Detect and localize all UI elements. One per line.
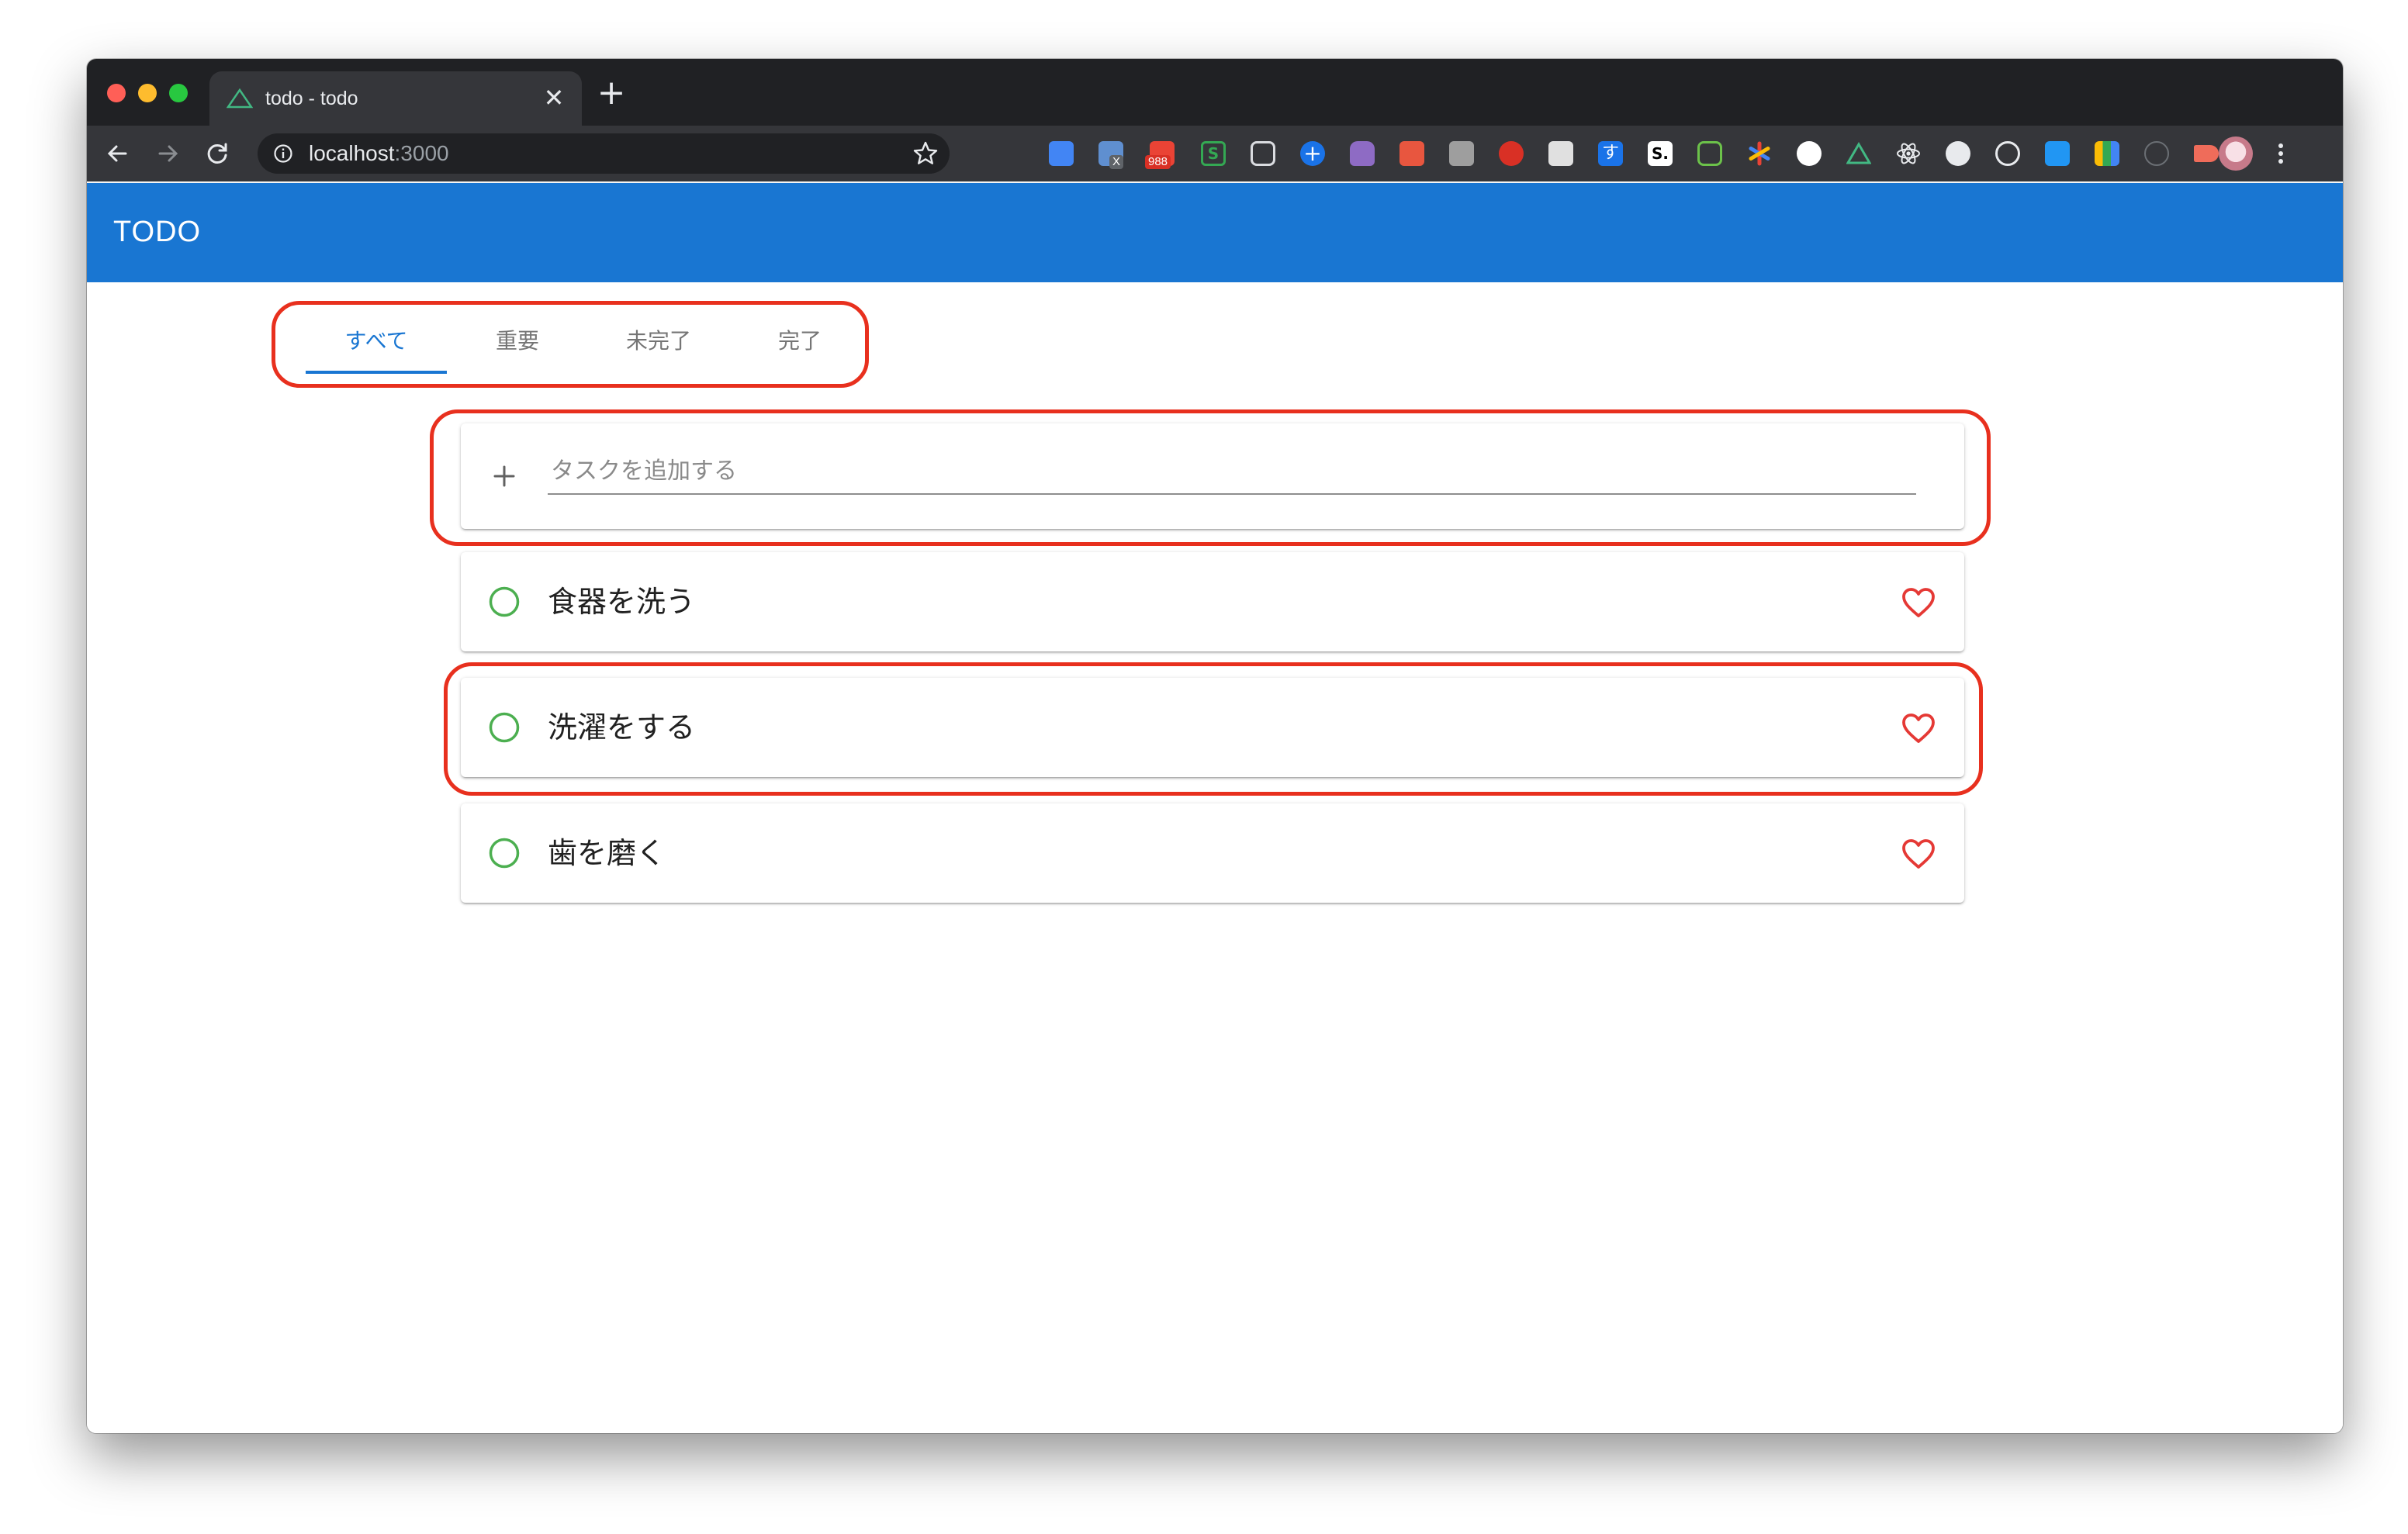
url-host: localhost	[309, 141, 395, 165]
browser-tab[interactable]: todo - todo ✕	[209, 71, 582, 126]
back-arrow-icon[interactable]	[101, 136, 135, 171]
bookmark-star-icon[interactable]	[912, 140, 939, 167]
arrow-extension-icon[interactable]	[2194, 145, 2219, 162]
tab-important-label: 重要	[495, 328, 539, 354]
plus-extension-icon[interactable]: +	[1300, 141, 1325, 166]
x-badge: X	[1109, 155, 1124, 169]
moon-extension-icon[interactable]	[1946, 141, 1970, 166]
pocket-extension-icon[interactable]	[1251, 141, 1275, 166]
google-translate-extension-icon[interactable]	[1049, 141, 1074, 166]
extension-icon-11[interactable]	[1548, 141, 1573, 166]
books-extension-icon[interactable]	[2095, 141, 2119, 166]
active-tab-indicator	[306, 371, 447, 374]
gmail-checker-extension-icon[interactable]: 988	[1145, 141, 1175, 169]
browser-window: todo - todo ✕ + localhost:3000 X 988 S +…	[87, 59, 2343, 1433]
todo-item[interactable]: 食器を洗う	[461, 552, 1964, 651]
profile-avatar[interactable]	[2219, 136, 2253, 171]
stop-hand-extension-icon[interactable]	[1499, 141, 1524, 166]
complete-circle-icon[interactable]	[487, 710, 521, 745]
tab-important[interactable]: 重要	[447, 313, 588, 375]
download-extension-icon[interactable]	[2045, 141, 2070, 166]
heart-outline-icon[interactable]	[1901, 838, 1936, 870]
url-port: :3000	[394, 141, 449, 165]
address-bar[interactable]: localhost:3000	[258, 133, 950, 174]
tab-completed-label: 完了	[777, 328, 822, 354]
s-extension-icon[interactable]: S	[1201, 141, 1226, 166]
target-extension-icon[interactable]	[1995, 141, 2020, 166]
heart-outline-icon[interactable]	[1901, 712, 1936, 745]
todo-text: 食器を洗う	[548, 585, 696, 619]
hiragana-ext-label: す	[1601, 143, 1619, 163]
window-close-button[interactable]	[107, 84, 126, 102]
github-cat-extension-icon[interactable]	[1350, 141, 1375, 166]
todo-text: 歯を磨く	[548, 836, 666, 870]
forward-arrow-icon[interactable]	[150, 136, 185, 171]
window-maximize-button[interactable]	[169, 84, 188, 102]
tab-title: todo - todo	[265, 88, 358, 109]
add-task-card	[461, 423, 1964, 529]
tab-incomplete-label: 未完了	[625, 328, 691, 354]
asterisk-extension-icon[interactable]	[1747, 141, 1772, 166]
reload-icon[interactable]	[200, 136, 234, 171]
vue-favicon-icon	[227, 88, 253, 109]
tab-all-label: すべて	[344, 328, 408, 354]
browser-toolbar: localhost:3000 X 988 S + す S.	[87, 126, 2343, 181]
extension-icon-9[interactable]	[1449, 141, 1474, 166]
app-bar: TODO	[87, 183, 2343, 282]
vue-devtools-extension-icon[interactable]	[1846, 141, 1872, 166]
new-tab-button[interactable]: +	[594, 76, 628, 112]
filter-tabs: すべて 重要 未完了 完了	[306, 313, 870, 375]
mail-count-badge: 988	[1145, 155, 1171, 169]
url-text[interactable]: localhost:3000	[309, 140, 449, 168]
window-minimize-button[interactable]	[138, 84, 157, 102]
more-menu-icon[interactable]	[2271, 136, 2290, 171]
main-content: すべて 重要 未完了 完了 食器を洗う	[87, 282, 2343, 1433]
s-dot-ext-label: S.	[1651, 144, 1669, 163]
circle-extension-icon[interactable]	[1797, 141, 1822, 166]
hiragana-extension-icon[interactable]: す	[1598, 141, 1623, 166]
complete-circle-icon[interactable]	[487, 585, 521, 619]
extension-icon-8[interactable]	[1399, 141, 1424, 166]
s-ext-label: S	[1207, 144, 1220, 163]
tab-completed[interactable]: 完了	[729, 313, 870, 375]
plus-icon[interactable]	[489, 461, 520, 492]
nodejs-extension-icon[interactable]	[1697, 141, 1722, 166]
react-devtools-extension-icon[interactable]	[1896, 141, 1921, 166]
tab-incomplete[interactable]: 未完了	[588, 313, 729, 375]
todo-item[interactable]: 洗濯をする	[461, 678, 1964, 777]
tab-close-icon[interactable]: ✕	[540, 84, 568, 112]
tab-manager-extension-icon[interactable]: X	[1098, 141, 1124, 169]
add-task-input[interactable]	[548, 448, 1916, 495]
tab-strip: todo - todo ✕ +	[87, 59, 2343, 126]
heart-outline-icon[interactable]	[1901, 586, 1936, 619]
site-info-icon[interactable]	[273, 143, 293, 164]
s-dot-extension-icon[interactable]: S.	[1648, 141, 1673, 166]
complete-circle-icon[interactable]	[487, 836, 521, 870]
app-title: TODO	[113, 216, 202, 248]
todo-item[interactable]: 歯を磨く	[461, 803, 1964, 903]
info-extension-icon[interactable]	[2144, 141, 2169, 166]
tab-all[interactable]: すべて	[306, 313, 447, 375]
todo-text: 洗濯をする	[548, 710, 696, 745]
